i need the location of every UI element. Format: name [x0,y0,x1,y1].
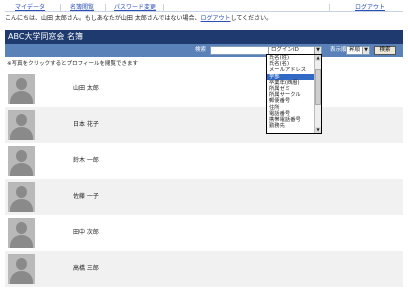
avatar[interactable] [8,146,35,176]
scroll-up-icon[interactable]: ▲ [315,55,321,61]
avatar-head [16,186,27,198]
avatar-head [16,78,27,90]
avatar-body [10,91,33,104]
search-field-dropdown-list[interactable]: 氏名(姓) 氏名(名) メールアドレス 学部 卒業年(西暦) 所属ゼミ 所属サー… [266,54,322,134]
member-row: 山田 太郎 [5,71,403,107]
avatar-body [10,163,33,176]
member-row: 田中 次郎 [5,215,403,251]
nav-mydata-link[interactable]: マイデータ [15,4,45,11]
member-row: 日本 花子 [5,107,403,143]
member-name: 鈴木 一郎 [73,157,99,164]
avatar-body [10,199,33,212]
nav-separator [329,4,330,11]
search-bar: 検索 ログインID ▼ 表示順 昇順 ▼ 検索 [5,44,403,57]
member-name: 佐藤 一子 [73,193,99,200]
avatar[interactable] [8,218,35,248]
nav-password-link[interactable]: パスワード変更 [114,4,156,11]
member-name: 日本 花子 [73,121,99,128]
nav-separator [60,4,61,11]
member-name: 山田 太郎 [73,85,99,92]
display-order-label: 表示順 [330,47,347,53]
nav-separator [105,4,106,11]
welcome-text: こんにちは、山田 太郎さん。もしあなたが山田 太郎さんではない場合、 [5,15,201,22]
order-selected: 昇順 [349,47,361,53]
avatar-head [16,222,27,234]
member-name: 高橋 三郎 [73,265,99,272]
top-navigation: マイデータ 名簿閲覧 パスワード変更 ログアウト [5,4,403,12]
avatar[interactable] [8,254,35,284]
nav-logout-link[interactable]: ログアウト [355,4,385,11]
nav-directory-link[interactable]: 名簿閲覧 [70,4,94,11]
photo-note: ※写真をクリックするとプロフィールを閲覧できます [7,61,139,67]
member-name: 田中 次郎 [73,229,99,236]
avatar-head [16,114,27,126]
avatar-head [16,150,27,162]
welcome-logout-link[interactable]: ログアウト [201,15,231,22]
member-row: 鈴木 一郎 [5,143,403,179]
search-button[interactable]: 検索 [374,46,396,55]
search-label: 検索 [195,47,207,53]
welcome-text-after: してください。 [230,15,273,22]
dropdown-scrollbar[interactable]: ▲ ▼ [314,55,321,133]
scrollbar-thumb[interactable] [315,69,321,105]
chevron-down-icon[interactable]: ▼ [362,47,369,54]
avatar-body [10,271,33,284]
avatar-body [10,235,33,248]
search-field-selected: ログインID [271,47,299,53]
avatar-body [10,127,33,140]
dropdown-option[interactable]: 勤務先 [267,123,321,129]
page-title: ABC大学同窓会 名簿 [5,30,403,44]
order-select[interactable]: 昇順 ▼ [346,46,370,55]
search-input[interactable] [210,46,270,55]
chevron-down-icon[interactable]: ▼ [314,47,321,54]
member-list: 山田 太郎 日本 花子 鈴木 一郎 佐藤 一子 田中 次郎 高橋 三郎 [5,71,403,287]
member-row: 佐藤 一子 [5,179,403,215]
scroll-down-icon[interactable]: ▼ [315,127,321,133]
member-row: 高橋 三郎 [5,251,403,287]
avatar[interactable] [8,74,35,104]
welcome-message: こんにちは、山田 太郎さん。もしあなたが山田 太郎さんではない場合、ログアウトし… [5,15,272,22]
avatar[interactable] [8,110,35,140]
avatar-head [16,258,27,270]
avatar[interactable] [8,182,35,212]
nav-separator [163,4,164,11]
